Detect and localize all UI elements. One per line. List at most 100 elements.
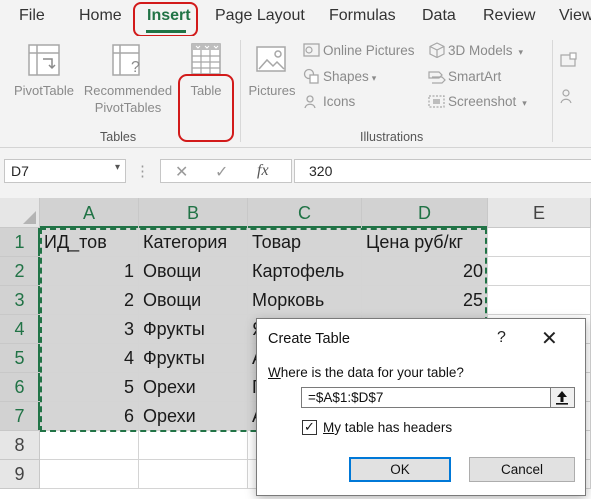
smartart-button[interactable]: SmartArt bbox=[428, 68, 501, 87]
cancel-entry-icon[interactable]: ✕ bbox=[175, 162, 188, 182]
formula-buttons: ✕ ✓ fx bbox=[160, 159, 292, 183]
cell-b7[interactable]: Орехи bbox=[139, 402, 248, 431]
name-box-value: D7 bbox=[11, 163, 29, 179]
cell-b6[interactable]: Орехи bbox=[139, 373, 248, 402]
row-header-4[interactable]: 4 bbox=[0, 315, 40, 344]
row-header-2[interactable]: 2 bbox=[0, 257, 40, 286]
select-all-button[interactable] bbox=[0, 198, 40, 228]
tables-group-label: Tables bbox=[100, 130, 137, 144]
row-header-7[interactable]: 7 bbox=[0, 402, 40, 431]
cell-d3[interactable]: 25 bbox=[362, 286, 488, 315]
cancel-button[interactable]: Cancel bbox=[469, 457, 575, 482]
headers-checkbox-label[interactable]: My table has headers bbox=[323, 420, 452, 435]
column-header-c[interactable]: C bbox=[248, 198, 362, 228]
cell-a2[interactable]: 1 bbox=[40, 257, 139, 286]
insert-function-icon[interactable]: fx bbox=[257, 162, 269, 180]
cell-e2[interactable] bbox=[488, 257, 591, 286]
tab-page-layout[interactable]: Page Layout bbox=[215, 7, 305, 25]
cell-a4[interactable]: 3 bbox=[40, 315, 139, 344]
headers-checkbox-accesskey: M bbox=[323, 420, 335, 435]
cell-a1[interactable]: ИД_тов bbox=[40, 228, 139, 257]
row-header-8[interactable]: 8 bbox=[0, 431, 40, 460]
cell-a8[interactable] bbox=[40, 431, 139, 460]
table-icon bbox=[191, 43, 221, 75]
range-input[interactable]: =$A$1:$D$7 bbox=[301, 387, 551, 408]
close-icon[interactable]: ✕ bbox=[541, 326, 558, 351]
formula-input[interactable]: 320 bbox=[294, 159, 591, 183]
pictures-button[interactable]: Pictures bbox=[244, 42, 300, 99]
cell-b8[interactable] bbox=[139, 431, 248, 460]
addins-store-button[interactable] bbox=[560, 52, 580, 71]
screenshot-dropdown-icon: ▾ bbox=[522, 98, 527, 109]
collapse-arrow-icon bbox=[556, 391, 568, 405]
3d-models-button[interactable]: 3D Models ▾ bbox=[428, 42, 523, 61]
ribbon-group-separator bbox=[552, 40, 553, 142]
online-pictures-button[interactable]: Online Pictures bbox=[303, 42, 415, 61]
cell-a6[interactable]: 5 bbox=[40, 373, 139, 402]
row-header-5[interactable]: 5 bbox=[0, 344, 40, 373]
column-header-a[interactable]: A bbox=[40, 198, 139, 228]
dialog-title: Create Table bbox=[268, 331, 350, 347]
row-header-3[interactable]: 3 bbox=[0, 286, 40, 315]
pivot-table-label: PivotTable bbox=[14, 83, 74, 98]
confirm-entry-icon[interactable]: ✓ bbox=[215, 162, 228, 182]
cube-icon bbox=[428, 42, 446, 61]
screenshot-icon bbox=[428, 93, 446, 112]
screenshot-button[interactable]: Screenshot ▾ bbox=[428, 93, 527, 112]
cell-b9[interactable] bbox=[139, 460, 248, 489]
collapse-dialog-button[interactable] bbox=[551, 387, 575, 408]
recommended-label-line2: PivotTables bbox=[94, 100, 162, 115]
smartart-icon bbox=[428, 68, 446, 87]
illustrations-group-label: Illustrations bbox=[360, 130, 424, 144]
tab-file[interactable]: File bbox=[19, 7, 45, 25]
headers-checkbox-text: y table has headers bbox=[334, 420, 453, 435]
ok-button[interactable]: OK bbox=[349, 457, 451, 482]
formula-bar-grip-icon: ⋮ bbox=[135, 163, 150, 180]
cell-c1[interactable]: Товар bbox=[248, 228, 362, 257]
cell-c3[interactable]: Морковь bbox=[248, 286, 362, 315]
icons-button[interactable]: Icons bbox=[303, 93, 355, 112]
cell-a5[interactable]: 4 bbox=[40, 344, 139, 373]
cell-e3[interactable] bbox=[488, 286, 591, 315]
cell-d1[interactable]: Цена руб/кг bbox=[362, 228, 488, 257]
range-prompt: Where is the data for your table? bbox=[268, 365, 464, 380]
cell-d2[interactable]: 20 bbox=[362, 257, 488, 286]
help-icon[interactable]: ? bbox=[497, 329, 506, 347]
cell-e1[interactable] bbox=[488, 228, 591, 257]
tab-formulas[interactable]: Formulas bbox=[329, 7, 396, 25]
addins-icon bbox=[560, 88, 578, 107]
headers-checkbox[interactable]: ✓ bbox=[302, 420, 317, 435]
cell-a3[interactable]: 2 bbox=[40, 286, 139, 315]
smartart-label: SmartArt bbox=[448, 69, 502, 85]
ribbon: PivotTable ? Recommended PivotTables Tab… bbox=[0, 36, 591, 148]
shapes-button[interactable]: Shapes ▾ bbox=[303, 68, 376, 87]
cell-a7[interactable]: 6 bbox=[40, 402, 139, 431]
shapes-icon bbox=[303, 68, 321, 87]
column-header-e[interactable]: E bbox=[488, 198, 591, 228]
3d-models-dropdown-icon: ▾ bbox=[518, 47, 524, 58]
cell-b1[interactable]: Категория bbox=[139, 228, 248, 257]
cell-b4[interactable]: Фрукты bbox=[139, 315, 248, 344]
tab-review[interactable]: Review bbox=[483, 7, 535, 25]
tab-view[interactable]: View bbox=[559, 7, 591, 25]
tab-home[interactable]: Home bbox=[79, 7, 122, 25]
cell-a9[interactable] bbox=[40, 460, 139, 489]
cell-c2[interactable]: Картофель bbox=[248, 257, 362, 286]
icons-label: Icons bbox=[323, 94, 356, 110]
cell-b2[interactable]: Овощи bbox=[139, 257, 248, 286]
name-box[interactable]: D7 ▾ bbox=[4, 159, 126, 183]
column-header-b[interactable]: B bbox=[139, 198, 248, 228]
my-addins-button[interactable] bbox=[560, 88, 580, 107]
store-icon bbox=[560, 52, 578, 71]
3d-models-label: 3D Models bbox=[448, 43, 513, 59]
name-box-dropdown-icon[interactable]: ▾ bbox=[115, 162, 120, 173]
column-header-d[interactable]: D bbox=[362, 198, 488, 228]
row-header-9[interactable]: 9 bbox=[0, 460, 40, 489]
recommended-pivottables-button[interactable]: ? Recommended PivotTables bbox=[80, 42, 176, 116]
row-header-1[interactable]: 1 bbox=[0, 228, 40, 257]
row-header-6[interactable]: 6 bbox=[0, 373, 40, 402]
tab-data[interactable]: Data bbox=[422, 7, 456, 25]
cell-b3[interactable]: Овощи bbox=[139, 286, 248, 315]
cell-b5[interactable]: Фрукты bbox=[139, 344, 248, 373]
pivot-table-button[interactable]: PivotTable bbox=[6, 42, 82, 99]
